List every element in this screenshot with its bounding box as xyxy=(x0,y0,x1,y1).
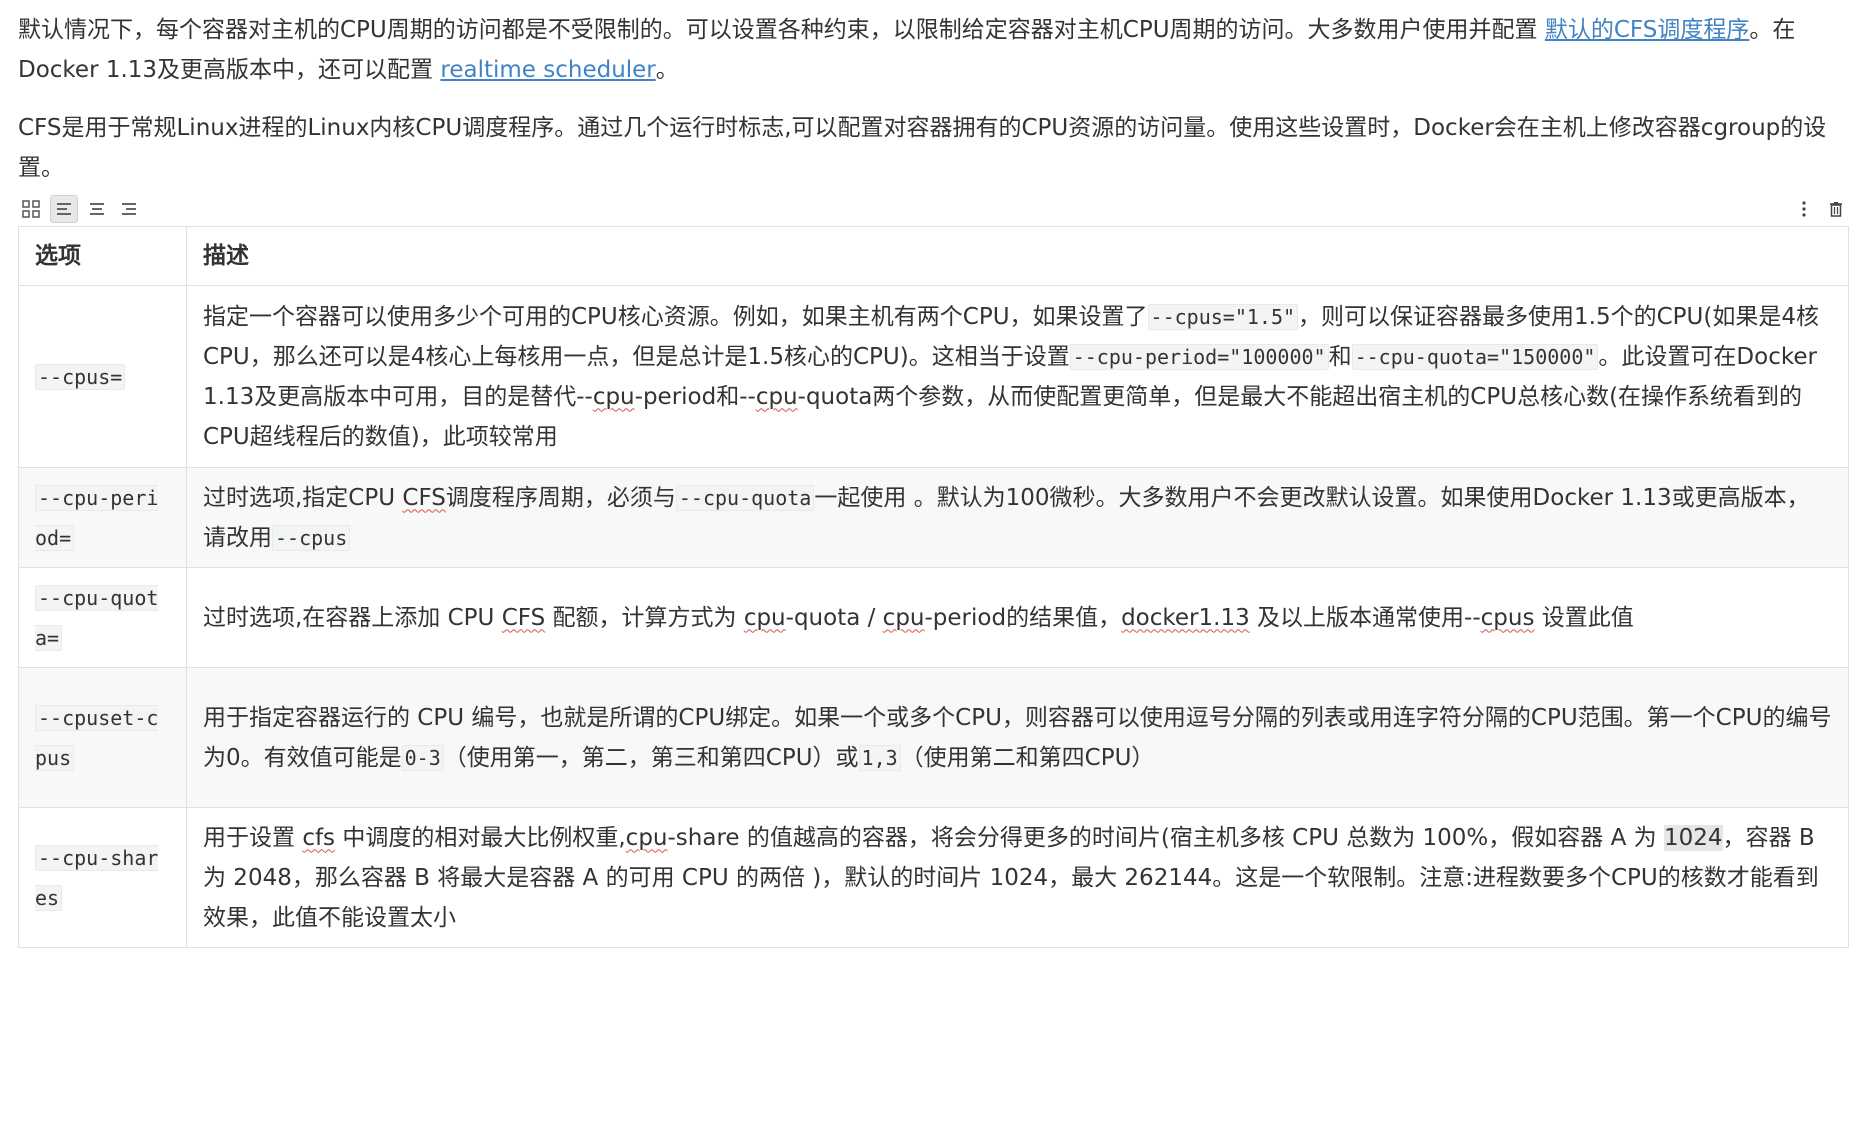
description-text: -share 的值越高的容器，将会分得更多的时间片(宿主机多核 CPU 总数为 … xyxy=(667,824,1664,851)
table-toolbar-right xyxy=(1791,196,1849,222)
description-text: （使用第一，第二，第三和第四CPU）或 xyxy=(443,744,859,771)
more-vertical-icon[interactable] xyxy=(1791,196,1817,222)
description-text: -quota / xyxy=(785,604,883,631)
table-row: --cpuset-cpus 用于指定容器运行的 CPU 编号，也就是所谓的CPU… xyxy=(18,667,1849,808)
header-description: 描述 xyxy=(186,226,1849,286)
option-cell: --cpu-period= xyxy=(18,467,187,568)
option-code: --cpu-shares xyxy=(35,844,159,911)
description-text: 及以上版本通常使用-- xyxy=(1249,604,1481,631)
description-cell: 用于指定容器运行的 CPU 编号，也就是所谓的CPU绑定。如果一个或多个CPU，… xyxy=(186,667,1849,808)
description-text: 指定一个容器可以使用多少个可用的CPU核心资源。例如，如果主机有两个CPU，如果… xyxy=(203,303,1148,330)
inline-code: 1,3 xyxy=(858,744,901,771)
description-text: 配额，计算方式为 xyxy=(545,604,744,631)
table-toolbar-left xyxy=(18,195,142,223)
intro-text: 。 xyxy=(655,57,679,83)
description-text: 中调度的相对最大比例权重, xyxy=(335,824,626,851)
inline-code: --cpu-quota xyxy=(675,484,815,511)
align-left-icon[interactable] xyxy=(50,195,78,223)
spellcheck-word: cpus xyxy=(1480,604,1535,631)
align-right-icon[interactable] xyxy=(116,196,142,222)
table-row: --cpu-quota= 过时选项,在容器上添加 CPU CFS 配额，计算方式… xyxy=(18,567,1849,668)
description-cell: 过时选项,指定CPU CFS调度程序周期，必须与 --cpu-quota 一起使用 … xyxy=(186,467,1849,568)
inline-code: 0-3 xyxy=(401,744,444,771)
option-cell: --cpu-shares xyxy=(18,807,187,948)
inline-code: --cpus xyxy=(272,524,351,551)
description-text: 设置此值 xyxy=(1534,604,1634,631)
table-row: --cpu-shares 用于设置 cfs 中调度的相对最大比例权重,cpu-s… xyxy=(18,807,1849,948)
description-text: （使用第二和第四CPU） xyxy=(900,744,1155,771)
table-header-row: 选项 描述 xyxy=(18,226,1849,286)
intro-paragraph-1: 默认情况下，每个容器对主机的CPU周期的访问都是不受限制的。可以设置各种约束，以… xyxy=(18,10,1849,90)
cpu-options-table: 选项 描述 --cpus= 指定一个容器可以使用多少个可用的CPU核心资源。例如… xyxy=(18,226,1849,948)
spellcheck-word: cpu xyxy=(882,604,925,631)
description-text: 过时选项,在容器上添加 CPU xyxy=(203,604,502,631)
description-cell: 用于设置 cfs 中调度的相对最大比例权重,cpu-share 的值越高的容器，… xyxy=(186,807,1849,948)
document: 默认情况下，每个容器对主机的CPU周期的访问都是不受限制的。可以设置各种约束，以… xyxy=(0,0,1867,948)
header-option: 选项 xyxy=(18,226,187,286)
description-text: 调度程序周期，必须与 xyxy=(445,484,676,511)
option-cell: --cpuset-cpus xyxy=(18,667,187,808)
option-code: --cpu-quota= xyxy=(35,584,159,651)
spellcheck-word: cpu xyxy=(755,383,798,410)
cfs-scheduler-link[interactable]: 默认的CFS调度程序 xyxy=(1545,17,1749,43)
spellcheck-word: docker1.13 xyxy=(1121,604,1250,631)
option-code: --cpu-period= xyxy=(35,484,159,551)
inline-code: --cpu-quota="150000" xyxy=(1351,343,1599,370)
description-text: 用于设置 xyxy=(203,824,303,851)
table-toolbar xyxy=(18,192,1849,226)
spellcheck-word: cfs xyxy=(302,824,336,851)
option-code: --cpus= xyxy=(35,363,126,390)
spellcheck-word: cpu xyxy=(592,383,635,410)
trash-icon[interactable] xyxy=(1823,196,1849,222)
spellcheck-word: CFS xyxy=(402,484,446,511)
inline-code: --cpus="1.5" xyxy=(1147,303,1299,330)
inline-code: --cpu-period="100000" xyxy=(1069,343,1329,370)
description-text: -period和-- xyxy=(634,383,756,410)
table-row: --cpu-period= 过时选项,指定CPU CFS调度程序周期，必须与 --… xyxy=(18,467,1849,568)
description-text: 过时选项,指定CPU xyxy=(203,484,403,511)
spellcheck-word: CFS xyxy=(501,604,546,631)
description-text: -period的结果值， xyxy=(924,604,1122,631)
spellcheck-word: cpu xyxy=(743,604,786,631)
intro-paragraph-2: CFS是用于常规Linux进程的Linux内核CPU调度程序。通过几个运行时标志… xyxy=(18,115,1827,181)
spellcheck-word: cpu xyxy=(625,824,668,851)
description-cell: 指定一个容器可以使用多少个可用的CPU核心资源。例如，如果主机有两个CPU，如果… xyxy=(186,285,1849,468)
option-cell: --cpu-quota= xyxy=(18,567,187,668)
realtime-scheduler-link[interactable]: realtime scheduler xyxy=(440,57,655,83)
table-row: --cpus= 指定一个容器可以使用多少个可用的CPU核心资源。例如，如果主机有… xyxy=(18,285,1849,468)
align-center-icon[interactable] xyxy=(84,196,110,222)
option-code: --cpuset-cpus xyxy=(35,704,159,771)
option-cell: --cpus= xyxy=(18,285,187,468)
description-cell: 过时选项,在容器上添加 CPU CFS 配额，计算方式为 cpu-quota /… xyxy=(186,567,1849,668)
highlighted-text: 1024 xyxy=(1663,824,1723,851)
grid-icon[interactable] xyxy=(18,196,44,222)
description-text: 和 xyxy=(1328,343,1352,370)
intro-text: 默认情况下，每个容器对主机的CPU周期的访问都是不受限制的。可以设置各种约束，以… xyxy=(18,17,1545,43)
